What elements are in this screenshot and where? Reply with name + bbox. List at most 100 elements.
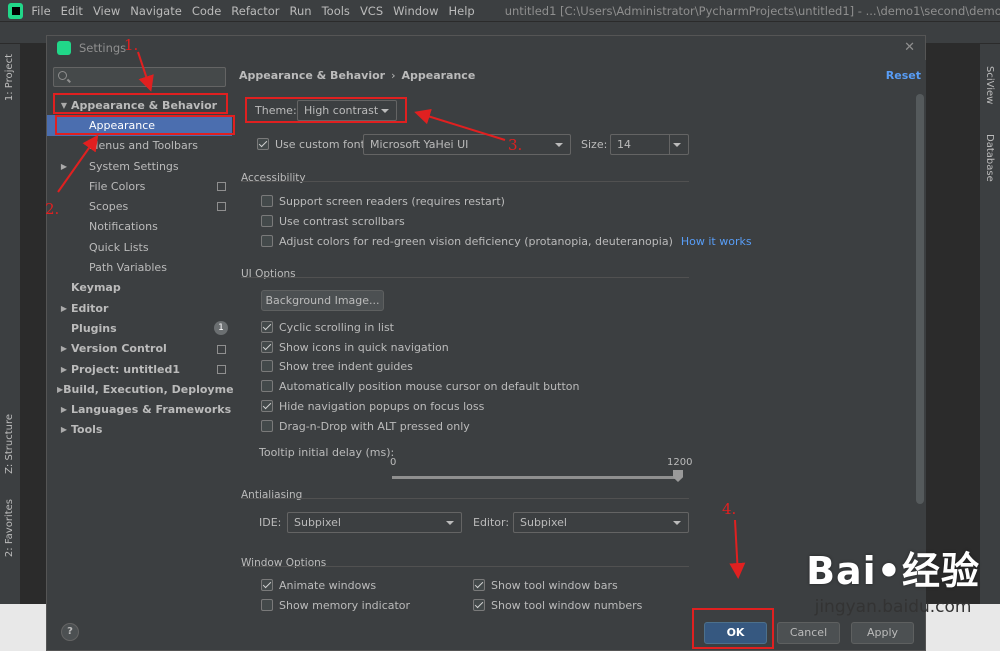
font-select[interactable]: Microsoft YaHei UI [363, 134, 571, 155]
menu-code[interactable]: Code [192, 4, 221, 18]
tree-item-path-variables[interactable]: Path Variables [47, 257, 232, 277]
combo-divider [669, 135, 670, 154]
how-it-works-link[interactable]: How it works [681, 235, 752, 248]
checkbox-icon [261, 321, 273, 333]
show-memory-indicator-checkbox[interactable]: Show memory indicator [261, 597, 410, 612]
tool-tab-favorites[interactable]: 2: Favorites [4, 499, 15, 557]
tool-tab-project[interactable]: 1: Project [4, 54, 15, 101]
expand-right-icon[interactable]: ▶ [57, 344, 71, 353]
tree-item-build-execution-deployment[interactable]: ▶ Build, Execution, Deployment [47, 379, 247, 399]
menu-vcs[interactable]: VCS [360, 4, 383, 18]
settings-search[interactable] [53, 67, 226, 87]
tree-item-label: Version Control [71, 342, 167, 356]
tree-item-label: Tools [71, 423, 103, 437]
tree-item-project-untitled1[interactable]: ▶ Project: untitled1 [47, 359, 232, 379]
tool-tab-structure[interactable]: Z: Structure [4, 414, 15, 474]
section-divider [241, 566, 689, 567]
font-size-select[interactable]: 14 [610, 134, 689, 155]
contrast-scrollbars-checkbox[interactable]: Use contrast scrollbars [261, 213, 405, 229]
use-custom-font-checkbox[interactable]: Use custom font: [257, 136, 369, 152]
expand-right-icon[interactable]: ▶ [57, 425, 71, 434]
expand-right-icon[interactable]: ▶ [57, 405, 71, 414]
slider-thumb[interactable] [673, 470, 683, 482]
menu-run[interactable]: Run [290, 4, 312, 18]
size-label: Size: [581, 138, 608, 151]
show-icons-checkbox[interactable]: Show icons in quick navigation [261, 339, 449, 355]
tree-item-scopes[interactable]: Scopes [47, 196, 232, 216]
tree-item-file-colors[interactable]: File Colors [47, 176, 232, 196]
annotation-box-appearance [55, 115, 235, 135]
tree-item-notifications[interactable]: Notifications [47, 217, 232, 237]
background-image-button[interactable]: Background Image... [261, 290, 384, 311]
checkbox-icon [261, 599, 273, 611]
slider-max-label: 1200 [667, 457, 693, 468]
tree-item-label: Editor [71, 301, 109, 315]
search-input[interactable] [72, 69, 222, 85]
tree-item-editor[interactable]: ▶ Editor [47, 298, 232, 318]
dialog-title: Settings [79, 41, 127, 55]
tree-item-keymap[interactable]: Keymap [47, 278, 232, 298]
tree-item-languages-frameworks[interactable]: ▶ Languages & Frameworks [47, 399, 232, 419]
editor-antialiasing-select[interactable]: Subpixel [513, 512, 689, 533]
hide-nav-popups-checkbox[interactable]: Hide navigation popups on focus loss [261, 398, 484, 414]
tree-item-version-control[interactable]: ▶ Version Control [47, 339, 232, 359]
menu-refactor[interactable]: Refactor [231, 4, 279, 18]
tree-item-label: Notifications [89, 220, 158, 234]
animate-windows-label: Animate windows [279, 578, 377, 592]
show-tool-window-numbers-label: Show tool window numbers [491, 598, 643, 612]
annotation-box-appearance-behavior [53, 93, 228, 114]
expand-right-icon[interactable]: ▶ [57, 162, 71, 171]
tree-item-plugins[interactable]: Plugins 1 [47, 318, 232, 338]
tooltip-delay-label: Tooltip initial delay (ms): [259, 446, 395, 459]
settings-tree-panel: ▼ Appearance & Behavior Appearance Menus an… [47, 60, 247, 612]
vertical-scrollbar[interactable] [916, 94, 924, 504]
screen-readers-checkbox[interactable]: Support screen readers (requires restart… [261, 193, 505, 209]
reset-link[interactable]: Reset [886, 69, 921, 82]
expand-right-icon[interactable]: ▶ [57, 365, 71, 374]
tree-item-label: Menus and Toolbars [89, 139, 198, 153]
hide-nav-popups-label: Hide navigation popups on focus loss [279, 399, 485, 413]
cyclic-scrolling-checkbox[interactable]: Cyclic scrolling in list [261, 319, 394, 335]
show-icons-label: Show icons in quick navigation [279, 340, 449, 354]
color-deficiency-checkbox[interactable]: Adjust colors for red-green vision defic… [261, 233, 752, 249]
drag-n-drop-alt-checkbox[interactable]: Drag-n-Drop with ALT pressed only [261, 418, 470, 434]
animate-windows-checkbox[interactable]: Animate windows [261, 577, 376, 593]
project-scope-icon [217, 364, 226, 374]
ide-antialiasing-select[interactable]: Subpixel [287, 512, 462, 533]
menu-window[interactable]: Window [393, 4, 438, 18]
window-options-title: Window Options [241, 557, 327, 569]
menu-view[interactable]: View [93, 4, 120, 18]
tree-item-tools[interactable]: ▶ Tools [47, 420, 232, 440]
editor-aa-label: Editor: [473, 516, 510, 529]
tree-item-quick-lists[interactable]: Quick Lists [47, 237, 232, 257]
checkbox-icon [473, 599, 485, 611]
search-icon [58, 71, 67, 80]
checkbox-icon [261, 420, 273, 432]
menu-navigate[interactable]: Navigate [130, 4, 182, 18]
show-memory-indicator-label: Show memory indicator [279, 598, 411, 612]
checkbox-icon [261, 215, 273, 227]
menu-edit[interactable]: Edit [61, 4, 83, 18]
cancel-button[interactable]: Cancel [777, 622, 840, 644]
show-tool-window-bars-checkbox[interactable]: Show tool window bars [473, 577, 618, 593]
show-tool-window-numbers-checkbox[interactable]: Show tool window numbers [473, 597, 642, 612]
contrast-scrollbars-label: Use contrast scrollbars [279, 214, 405, 228]
close-icon[interactable]: ✕ [904, 40, 915, 55]
menu-tools[interactable]: Tools [322, 4, 350, 18]
menu-help[interactable]: Help [448, 4, 474, 18]
menu-file[interactable]: File [31, 4, 50, 18]
tree-item-label: Quick Lists [89, 240, 149, 254]
tool-tab-database[interactable]: Database [984, 134, 995, 182]
tooltip-delay-slider[interactable] [392, 476, 681, 479]
tree-item-menus-and-toolbars[interactable]: Menus and Toolbars [47, 136, 232, 156]
apply-button[interactable]: Apply [851, 622, 914, 644]
section-divider [241, 498, 689, 499]
help-button[interactable]: ? [61, 623, 79, 641]
tree-item-system-settings[interactable]: ▶ System Settings [47, 156, 232, 176]
expand-right-icon[interactable]: ▶ [57, 304, 71, 313]
ide-menubar: File Edit View Navigate Code Refactor Ru… [0, 0, 1000, 22]
baidu-watermark: Bai•经验 jingyan.baidu.com [806, 540, 980, 617]
tree-indent-guides-checkbox[interactable]: Show tree indent guides [261, 358, 413, 374]
auto-position-cursor-checkbox[interactable]: Automatically position mouse cursor on d… [261, 378, 579, 394]
tool-tab-sciview[interactable]: SciView [984, 66, 995, 104]
